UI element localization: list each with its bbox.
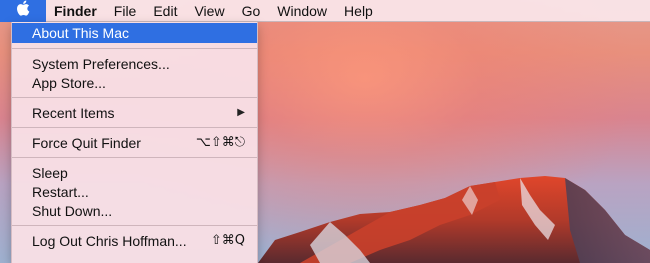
menu-item-label: About This Mac bbox=[32, 25, 130, 41]
menu-item-label: Recent Items bbox=[32, 104, 115, 121]
menu-separator bbox=[12, 48, 257, 49]
keyboard-shortcut: ⌥⇧⌘⎋ bbox=[195, 135, 245, 150]
menubar-window[interactable]: Window bbox=[277, 3, 327, 19]
submenu-arrow-icon: ▶ bbox=[237, 107, 245, 118]
menu-item-label: Log Out Chris Hoffman... bbox=[32, 232, 187, 249]
menu-item-sleep[interactable]: Sleep bbox=[12, 163, 257, 182]
menu-item-about-this-mac[interactable]: About This Mac bbox=[12, 23, 257, 43]
menu-item-recent-items[interactable]: Recent Items ▶ bbox=[12, 103, 257, 122]
apple-menu-button[interactable] bbox=[0, 0, 46, 22]
menu-item-shut-down[interactable]: Shut Down... bbox=[12, 201, 257, 220]
menubar-go[interactable]: Go bbox=[242, 3, 261, 19]
menu-item-label: System Preferences... bbox=[32, 55, 170, 72]
menu-separator bbox=[12, 127, 257, 128]
menu-separator bbox=[12, 225, 257, 226]
apple-logo-icon bbox=[16, 0, 30, 21]
menu-item-system-preferences[interactable]: System Preferences... bbox=[12, 54, 257, 73]
menu-separator bbox=[12, 157, 257, 158]
menu-item-app-store[interactable]: App Store... bbox=[12, 73, 257, 92]
menubar-view[interactable]: View bbox=[194, 3, 224, 19]
apple-menu-dropdown: About This Mac System Preferences... App… bbox=[11, 22, 258, 263]
menubar-edit[interactable]: Edit bbox=[153, 3, 177, 19]
menu-item-force-quit[interactable]: Force Quit Finder ⌥⇧⌘⎋ bbox=[12, 133, 257, 152]
menu-item-label: Restart... bbox=[32, 183, 89, 200]
menu-item-log-out[interactable]: Log Out Chris Hoffman... ⇧⌘Q bbox=[12, 231, 257, 250]
menu-item-restart[interactable]: Restart... bbox=[12, 182, 257, 201]
menu-item-label: App Store... bbox=[32, 74, 106, 91]
menu-item-label: Shut Down... bbox=[32, 202, 113, 219]
menu-item-label: Force Quit Finder bbox=[32, 134, 141, 151]
keyboard-shortcut: ⇧⌘Q bbox=[210, 233, 245, 248]
menubar-finder[interactable]: Finder bbox=[54, 3, 97, 19]
menubar-file[interactable]: File bbox=[114, 3, 137, 19]
menu-item-label: Sleep bbox=[32, 164, 68, 181]
menu-separator bbox=[12, 97, 257, 98]
menubar-help[interactable]: Help bbox=[344, 3, 373, 19]
menu-bar: Finder File Edit View Go Window Help bbox=[0, 0, 650, 22]
